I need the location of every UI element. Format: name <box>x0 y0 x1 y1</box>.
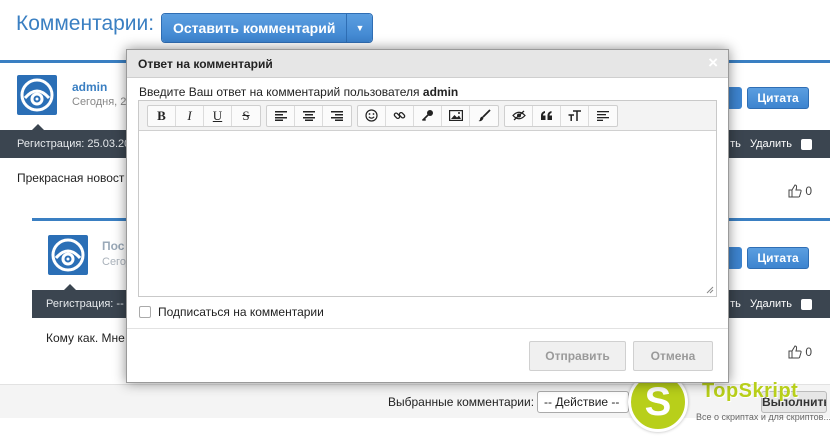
editor-toolbar: B I U S <box>139 101 716 131</box>
align-right-icon[interactable] <box>323 106 351 126</box>
cancel-button[interactable]: Отмена <box>633 341 713 371</box>
align-center-icon[interactable] <box>295 105 323 126</box>
subscribe-label[interactable]: Подписаться на комментарии <box>158 305 324 319</box>
prompt-text: Введите Ваш ответ на комментарий пользов… <box>139 85 420 99</box>
subscribe-checkbox[interactable] <box>139 306 151 318</box>
quote-icon[interactable] <box>533 105 561 126</box>
brush-icon[interactable] <box>470 106 498 126</box>
send-button[interactable]: Отправить <box>529 341 626 371</box>
reply-prompt: Введите Ваш ответ на комментарий пользов… <box>139 85 458 99</box>
link-icon[interactable] <box>386 105 414 126</box>
dialog-footer: Отправить Отмена <box>127 328 728 382</box>
reply-dialog: Ответ на комментарий × Введите Ваш ответ… <box>126 49 729 383</box>
strike-button[interactable]: S <box>232 106 260 126</box>
justify-icon[interactable] <box>589 106 617 126</box>
font-size-icon[interactable] <box>561 105 589 126</box>
dialog-header: Ответ на комментарий × <box>127 50 728 78</box>
bbcode-editor: B I U S <box>138 100 717 297</box>
close-icon[interactable]: × <box>708 54 718 72</box>
reply-textarea[interactable] <box>139 132 716 296</box>
format-group: B I U S <box>147 104 261 127</box>
underline-button[interactable]: U <box>204 105 232 126</box>
smiley-icon[interactable] <box>358 105 386 126</box>
subscribe-option[interactable]: Подписаться на комментарии <box>139 305 324 319</box>
key-icon[interactable] <box>414 105 442 126</box>
misc-group <box>504 104 618 127</box>
bold-button[interactable]: B <box>148 105 176 126</box>
italic-button[interactable]: I <box>176 105 204 126</box>
insert-group <box>357 104 499 127</box>
dialog-title: Ответ на комментарий <box>138 57 273 71</box>
align-group <box>266 104 352 127</box>
image-icon[interactable] <box>442 105 470 126</box>
hide-icon[interactable] <box>505 105 533 126</box>
prompt-username: admin <box>422 85 459 99</box>
align-left-icon[interactable] <box>267 105 295 126</box>
resize-handle-icon[interactable] <box>706 286 714 294</box>
